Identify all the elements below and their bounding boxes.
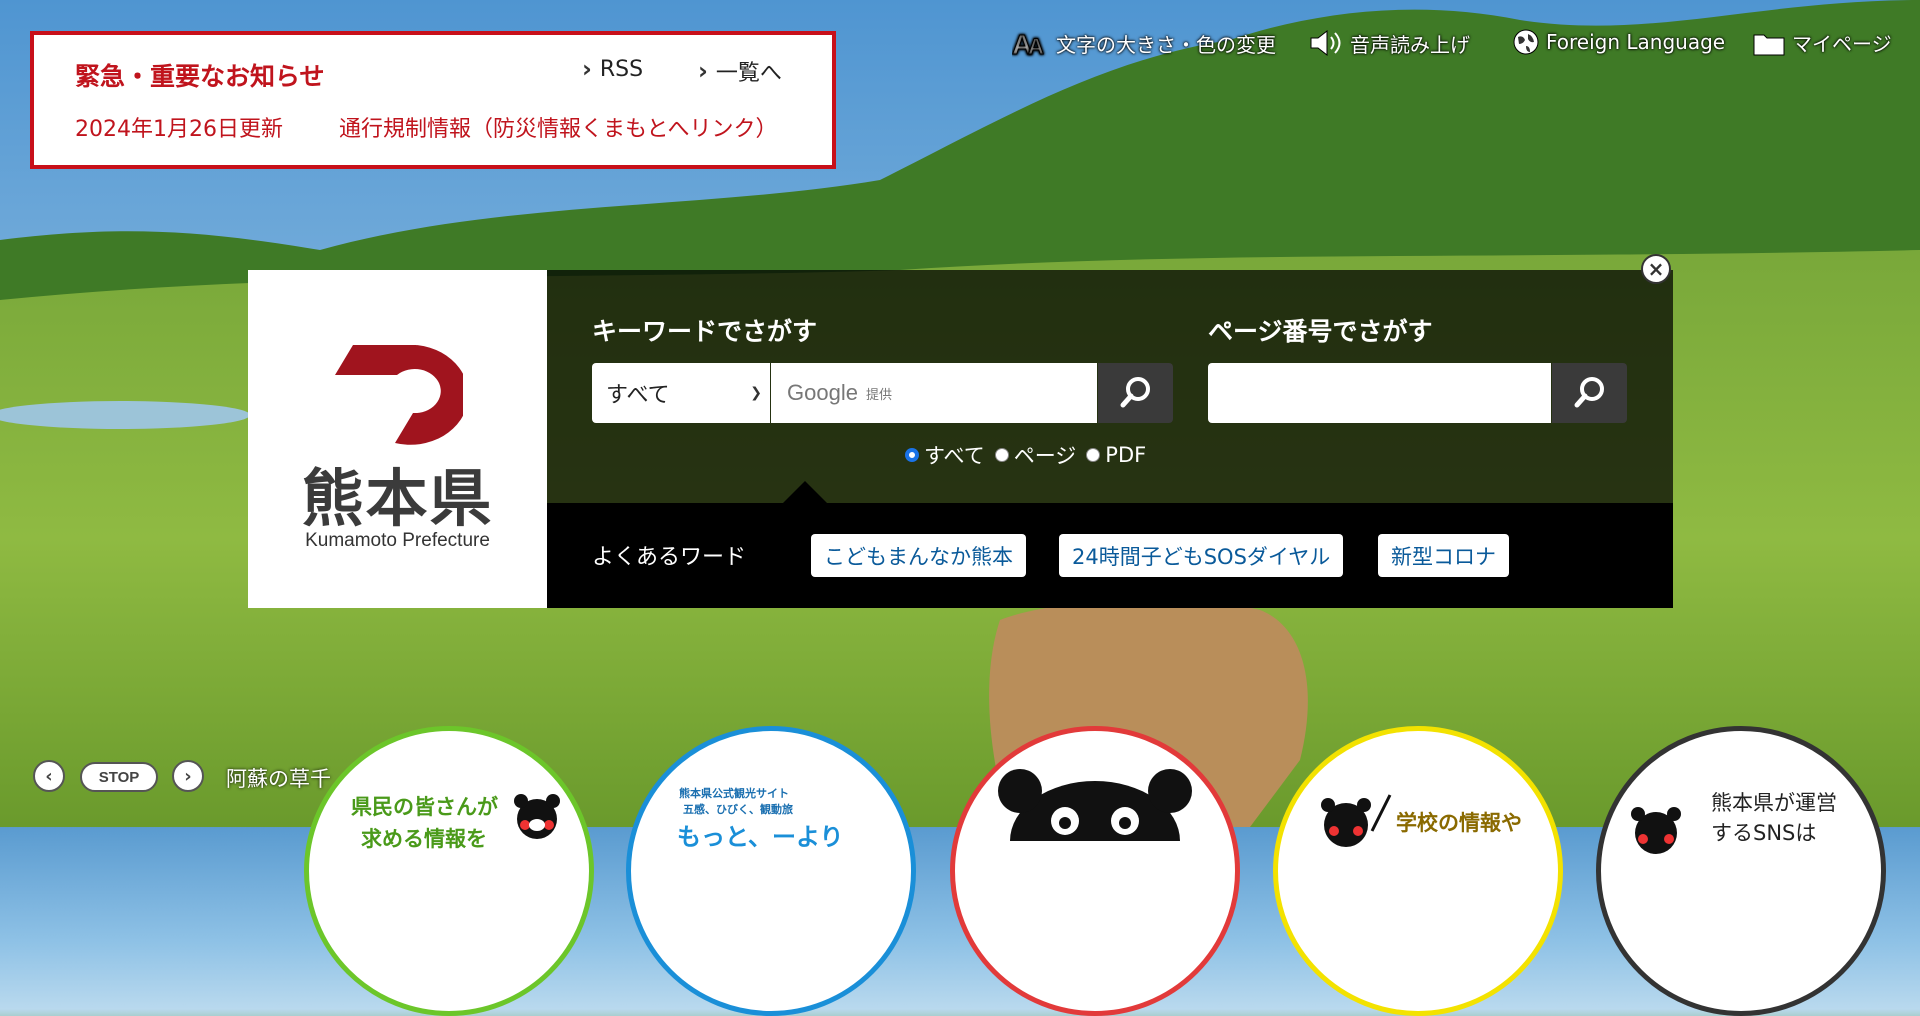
- circle-text: 五感、ひびく、観動旅: [683, 803, 793, 816]
- circle-text: 熊本県が運営: [1711, 791, 1837, 815]
- radio-pdf-label: PDF: [1105, 443, 1147, 467]
- search-type-radio-group: すべて ページ PDF: [905, 440, 1146, 470]
- search-panel: キーワードでさがす ページ番号でさがす すべて ❯ Google 提供 すべて …: [547, 270, 1673, 503]
- banner-circle-residents[interactable]: 県民の皆さんが 求める情報を: [304, 726, 594, 1016]
- kumamon-icon: [1631, 807, 1681, 854]
- notice-item-link[interactable]: 通行規制情報（防災情報くまもとへリンク）: [339, 111, 777, 143]
- panel-notch: [783, 481, 827, 503]
- radio-pdf[interactable]: PDF: [1086, 443, 1146, 467]
- banner-circle-sns[interactable]: 熊本県が運営 するSNSは: [1596, 726, 1886, 1016]
- foreign-language-link[interactable]: Foreign Language: [1512, 28, 1725, 56]
- radio-page[interactable]: ページ: [994, 440, 1077, 470]
- notice-list-link[interactable]: › 一覧へ: [698, 55, 782, 87]
- globe-icon: [1512, 28, 1540, 56]
- search-icon: [1574, 377, 1604, 408]
- keyword-search-button[interactable]: [1098, 363, 1173, 423]
- chevron-right-icon: ›: [184, 765, 192, 787]
- radio-dot: [905, 448, 919, 462]
- logo-english: Kumamoto Prefecture: [305, 530, 490, 551]
- foreign-language-label: Foreign Language: [1546, 30, 1726, 54]
- google-label: Google: [787, 380, 858, 405]
- mypage-label: マイページ: [1792, 32, 1892, 56]
- kumamon-icon: [514, 794, 560, 839]
- text-size-color-link[interactable]: AA 文字の大きさ・色の変更: [1012, 28, 1276, 59]
- radio-dot: [994, 448, 1009, 462]
- slider-next-button[interactable]: ›: [172, 760, 204, 792]
- search-scope-value: すべて: [606, 383, 670, 408]
- circle-text: 県民の皆さんが: [351, 795, 498, 819]
- radio-dot: [1086, 448, 1101, 462]
- text-size-label: 文字の大きさ・色の変更: [1056, 32, 1276, 57]
- kumamon-icon: [998, 769, 1192, 841]
- search-scope-select[interactable]: すべて ❯: [592, 363, 770, 423]
- kumamoto-logo[interactable]: 熊本県 Kumamoto Prefecture: [248, 270, 547, 608]
- search-icon: [1120, 377, 1150, 408]
- circle-text: 求める情報を: [361, 827, 487, 851]
- kumamoto-emblem-icon: [335, 345, 463, 445]
- rss-link[interactable]: › RSS: [582, 55, 643, 83]
- logo-japanese: 熊本県: [301, 462, 494, 535]
- banner-circle-tourism[interactable]: 熊本県公式観光サイト 五感、ひびく、観動旅 もっと、ーより: [626, 726, 916, 1016]
- banner-circle-school[interactable]: 学校の情報や: [1273, 726, 1563, 1016]
- banner-circle-kumamon[interactable]: [950, 726, 1240, 1016]
- notice-date: 2024年1月26日更新: [75, 117, 283, 142]
- google-provided-label: 提供: [865, 387, 892, 403]
- page-number-search-button[interactable]: [1552, 363, 1627, 423]
- page-number-input[interactable]: [1208, 363, 1551, 423]
- circle-text: もっと、ーより: [677, 823, 844, 851]
- mypage-link[interactable]: マイページ: [1752, 28, 1892, 57]
- radio-all-label: すべて: [924, 444, 985, 468]
- text-size-icon: AA: [1012, 28, 1050, 59]
- chevron-right-icon: ›: [582, 55, 592, 83]
- circle-text: するSNSは: [1711, 821, 1817, 845]
- page-number-search-heading: ページ番号でさがす: [1208, 317, 1433, 346]
- slider-prev-button[interactable]: ‹: [33, 760, 65, 792]
- chevron-down-icon: ❯: [750, 385, 762, 401]
- frequent-word-tag[interactable]: こどもまんなか熊本: [811, 534, 1026, 577]
- kumamon-icon: [1321, 794, 1392, 847]
- chevron-left-icon: ‹: [45, 765, 53, 787]
- speaker-icon: [1308, 28, 1344, 58]
- emergency-notice-box: 緊急・重要なお知らせ › RSS › 一覧へ 2024年1月26日更新 通行規制…: [30, 31, 836, 169]
- frequent-words-bar: よくあるワード こどもまんなか熊本 24時間子どもSOSダイヤル 新型コロナ: [547, 503, 1673, 608]
- radio-all[interactable]: すべて: [905, 440, 985, 470]
- keyword-search-heading: キーワードでさがす: [592, 317, 818, 346]
- notice-list-label: 一覧へ: [715, 61, 782, 86]
- frequent-words-label: よくあるワード: [592, 545, 747, 570]
- voice-reading-link[interactable]: 音声読み上げ: [1308, 28, 1470, 58]
- circle-text: 学校の情報や: [1396, 811, 1522, 835]
- svg-text:A: A: [1028, 34, 1044, 58]
- frequent-word-tag[interactable]: 新型コロナ: [1378, 534, 1509, 577]
- folder-icon: [1752, 29, 1786, 57]
- close-icon[interactable]: ×: [1641, 254, 1671, 284]
- slide-caption: 阿蘇の草千: [226, 767, 331, 791]
- notice-title: 緊急・重要なお知らせ: [75, 62, 325, 91]
- circle-text: 熊本県公式観光サイト: [679, 787, 789, 800]
- radio-page-label: ページ: [1013, 444, 1077, 468]
- voice-reading-label: 音声読み上げ: [1350, 32, 1470, 57]
- frequent-word-tag[interactable]: 24時間子どもSOSダイヤル: [1059, 534, 1344, 577]
- chevron-right-icon: ›: [698, 57, 708, 85]
- rss-link-label: RSS: [599, 56, 644, 82]
- keyword-search-input[interactable]: Google 提供: [771, 363, 1097, 423]
- slider-stop-button[interactable]: STOP: [80, 762, 158, 792]
